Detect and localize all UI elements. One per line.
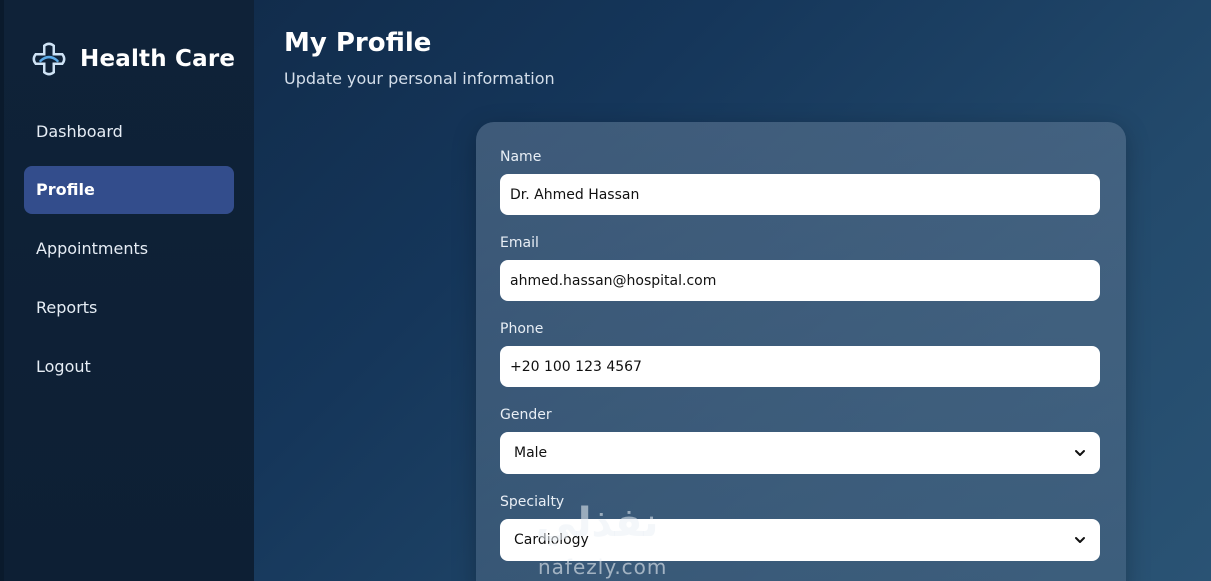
chevron-down-icon — [1075, 450, 1085, 456]
specialty-select-value: Cardiology — [514, 532, 589, 548]
phone-label: Phone — [500, 321, 544, 337]
specialty-select[interactable]: Cardiology — [500, 519, 1100, 561]
page-subtitle: Update your personal information — [284, 69, 555, 88]
chevron-down-icon — [1075, 537, 1085, 543]
profile-form-card: Name Dr. Ahmed Hassan Email ahmed.hassan… — [476, 122, 1126, 581]
brand[interactable]: Health Care — [30, 40, 235, 78]
sidebar-item-reports[interactable]: Reports — [24, 284, 234, 332]
name-field[interactable]: Dr. Ahmed Hassan — [500, 174, 1100, 215]
app-window: Health Care Dashboard Profile Appointmen… — [0, 0, 1211, 581]
medical-cross-icon — [32, 42, 66, 76]
gender-select-value: Male — [514, 445, 548, 461]
email-field[interactable]: ahmed.hassan@hospital.com — [500, 260, 1100, 301]
sidebar-item-logout[interactable]: Logout — [24, 343, 234, 391]
page-title: My Profile — [284, 28, 432, 58]
sidebar-item-appointments[interactable]: Appointments — [24, 225, 234, 273]
sidebar-item-dashboard[interactable]: Dashboard — [24, 108, 234, 156]
gender-label: Gender — [500, 407, 552, 423]
specialty-label: Specialty — [500, 494, 565, 510]
email-label: Email — [500, 235, 539, 251]
brand-name: Health Care — [80, 46, 236, 72]
sidebar: Health Care Dashboard Profile Appointmen… — [4, 0, 254, 581]
phone-field[interactable]: +20 100 123 4567 — [500, 346, 1100, 387]
name-label: Name — [500, 149, 542, 165]
sidebar-item-profile[interactable]: Profile — [24, 166, 234, 214]
gender-select[interactable]: Male — [500, 432, 1100, 474]
